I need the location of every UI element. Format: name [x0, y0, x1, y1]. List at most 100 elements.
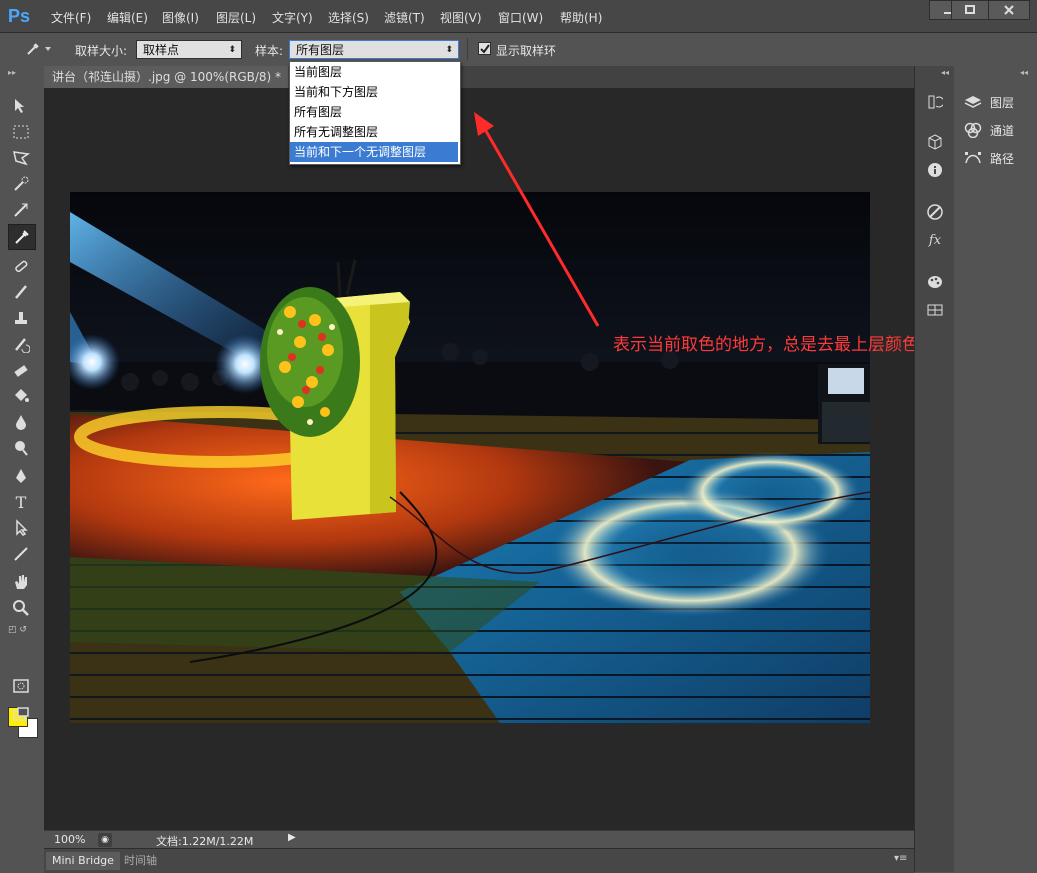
panel-paths[interactable]: 路径: [964, 148, 1014, 168]
document-tab-bar: 讲台（祁连山摄）.jpg @ 100%(RGB/8) * ×: [44, 66, 914, 89]
panel-channels[interactable]: 通道: [964, 120, 1014, 140]
quick-mask-button[interactable]: [8, 674, 34, 698]
grid-icon: [927, 304, 943, 316]
menu-image[interactable]: 图像(I): [162, 9, 199, 26]
healing-brush-tool[interactable]: [8, 254, 34, 278]
history-brush-tool[interactable]: [8, 332, 34, 356]
menu-layer[interactable]: 图层(L): [216, 9, 256, 26]
channels-icon: [964, 122, 982, 138]
adjustments-panel-icon[interactable]: [925, 202, 945, 222]
dodge-icon: [15, 441, 28, 456]
status-bar: 100% ◉ 文档:1.22M/1.22M ▶: [44, 830, 914, 849]
line-icon: [14, 547, 28, 561]
show-ring-checkbox[interactable]: [478, 42, 491, 55]
quick-select-tool[interactable]: [8, 172, 34, 196]
paint-bucket-icon: [15, 389, 29, 402]
grid-panel-icon[interactable]: [925, 300, 945, 320]
tab-timeline[interactable]: 时间轴: [118, 852, 163, 870]
menu-help[interactable]: 帮助(H): [560, 9, 602, 26]
eyedropper-icon: [15, 230, 29, 244]
zoom-level[interactable]: 100%: [54, 833, 85, 846]
show-ring-label[interactable]: 显示取样环: [496, 42, 556, 59]
swap-colors-icon[interactable]: ◰ ↺: [8, 625, 38, 637]
blur-tool[interactable]: [8, 410, 34, 434]
tool-preset-picker[interactable]: [26, 40, 56, 58]
menu-file[interactable]: 文件(F): [51, 9, 91, 26]
document-tab[interactable]: 讲台（祁连山摄）.jpg @ 100%(RGB/8) * ×: [44, 66, 301, 88]
collapse-icon[interactable]: ▸▸: [8, 68, 16, 77]
eyedropper-tool[interactable]: [8, 224, 36, 250]
right-panel-dock: ◂◂ 图层 通道 路径: [954, 66, 1037, 872]
line-tool[interactable]: [8, 542, 34, 566]
sample-select[interactable]: 所有图层 ⬍: [289, 40, 459, 59]
screen-mode-button[interactable]: [8, 702, 34, 726]
pen-icon: [16, 469, 26, 483]
panel-layers[interactable]: 图层: [964, 92, 1014, 112]
panel-layers-label: 图层: [990, 95, 1015, 110]
sample-size-value: 取样点: [143, 43, 180, 57]
clone-stamp-tool[interactable]: [8, 306, 34, 330]
collapse-icon[interactable]: ◂◂: [941, 68, 949, 77]
close-button[interactable]: [988, 0, 1030, 20]
swatches-panel-icon[interactable]: [925, 272, 945, 292]
panel-channels-label: 通道: [990, 123, 1015, 138]
dropdown-item-all-layers[interactable]: 所有图层: [290, 102, 458, 122]
zoom-tool[interactable]: [8, 596, 34, 620]
app-logo: Ps: [8, 6, 31, 26]
stamp-icon: [15, 312, 27, 324]
history-panel-icon[interactable]: [925, 92, 945, 112]
sample-dropdown-list: 当前图层 当前和下方图层 所有图层 所有无调整图层 当前和下一个无调整图层: [289, 61, 461, 165]
styles-panel-icon[interactable]: fx: [925, 230, 945, 250]
menu-view[interactable]: 视图(V): [440, 9, 482, 26]
dropdown-item-all-no-adjustments[interactable]: 所有无调整图层: [290, 122, 458, 142]
hand-tool[interactable]: [8, 570, 34, 594]
brush-tool[interactable]: [8, 280, 34, 304]
menu-filter[interactable]: 滤镜(T): [384, 9, 425, 26]
checkmark-icon: [480, 44, 490, 54]
lasso-tool[interactable]: [8, 146, 34, 170]
crop-tool[interactable]: [8, 198, 34, 222]
status-menu-arrow-icon[interactable]: ▶: [288, 832, 296, 843]
path-selection-tool[interactable]: [8, 516, 34, 540]
menu-type[interactable]: 文字(Y): [272, 9, 313, 26]
history-icon: [928, 95, 943, 109]
dodge-tool[interactable]: [8, 436, 34, 460]
annotation-text: 表示当前取色的地方，总是去最上层颜色: [613, 335, 919, 355]
dropdown-item-current-and-below-no-adjustments[interactable]: 当前和下一个无调整图层: [290, 142, 458, 162]
menu-edit[interactable]: 编辑(E): [107, 9, 148, 26]
crop-icon: [14, 203, 28, 217]
maximize-button[interactable]: [951, 0, 989, 20]
menu-select[interactable]: 选择(S): [328, 9, 369, 26]
pen-tool[interactable]: [8, 464, 34, 488]
paint-bucket-tool[interactable]: [8, 384, 34, 408]
move-tool[interactable]: [8, 94, 34, 118]
panel-menu-icon[interactable]: ▾≡: [894, 853, 907, 864]
info-panel-icon[interactable]: [925, 160, 945, 180]
eraser-tool[interactable]: [8, 358, 34, 382]
cube-icon: [928, 134, 942, 150]
marquee-icon: [13, 125, 29, 139]
3d-panel-icon[interactable]: [925, 132, 945, 152]
type-tool[interactable]: T: [8, 490, 34, 514]
quick-mask-icon: [13, 679, 29, 693]
dropdown-item-current-layer[interactable]: 当前图层: [290, 62, 458, 82]
sample-label: 样本:: [255, 44, 284, 58]
screen-mode-icon: [13, 707, 29, 721]
collapse-icon[interactable]: ◂◂: [1020, 68, 1028, 77]
menu-bar: Ps 文件(F) 编辑(E) 图像(I) 图层(L) 文字(Y) 选择(S) 滤…: [0, 0, 1037, 33]
tab-mini-bridge[interactable]: Mini Bridge: [46, 852, 120, 870]
adjustments-icon: [927, 204, 943, 220]
document-tab-title: 讲台（祁连山摄）.jpg @ 100%(RGB/8) *: [52, 70, 282, 84]
sample-size-select[interactable]: 取样点 ⬍: [136, 40, 242, 59]
status-info-icon[interactable]: ◉: [98, 833, 112, 847]
fx-icon: fx: [928, 232, 942, 248]
palette-icon: [928, 276, 942, 288]
hand-icon: [15, 575, 27, 589]
annotation-arrow: [474, 112, 600, 327]
dropdown-item-current-and-below[interactable]: 当前和下方图层: [290, 82, 458, 102]
marquee-tool[interactable]: [8, 120, 34, 144]
menu-window[interactable]: 窗口(W): [498, 9, 543, 26]
paths-icon: [965, 152, 981, 164]
options-bar: 取样大小: 取样点 ⬍ 样本: 所有图层 ⬍ 显示取样环: [0, 33, 1037, 67]
sample-value: 所有图层: [296, 43, 345, 57]
